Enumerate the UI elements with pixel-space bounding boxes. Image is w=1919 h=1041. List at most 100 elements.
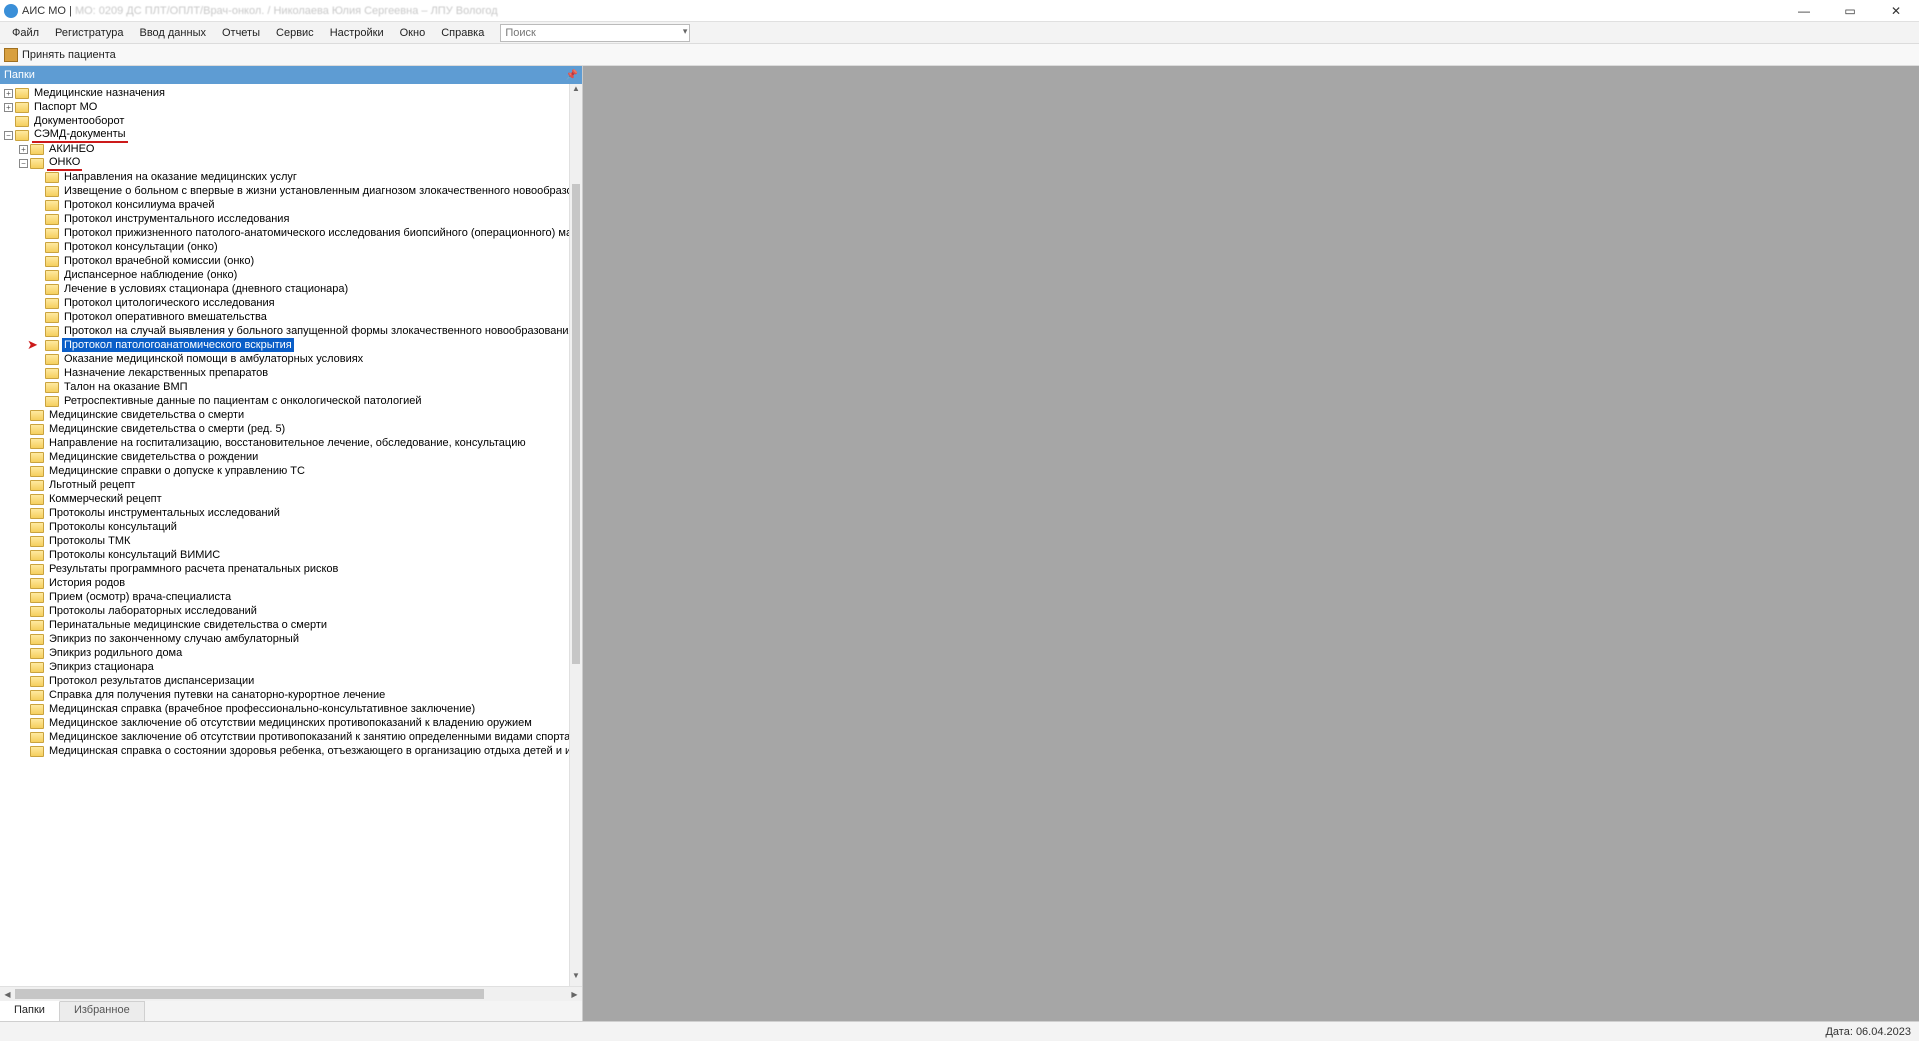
tree-row[interactable]: Прием (осмотр) врача-специалиста [0,590,569,604]
tree-row[interactable]: Коммерческий рецепт [0,492,569,506]
tree-item-label[interactable]: Извещение о больном с впервые в жизни ус… [62,184,569,198]
tree-row[interactable]: + Медицинские назначения [0,86,569,100]
tree-row[interactable]: Льготный рецепт [0,478,569,492]
tree-item-label[interactable]: Медицинские свидетельства о смерти [47,408,246,422]
tree-item-label[interactable]: Эпикриз стационара [47,660,156,674]
tree-row[interactable]: Протокол патологоанатомического вскрытия [0,338,569,352]
tree-row[interactable]: Медицинское заключение об отсутствии мед… [0,716,569,730]
tree-item-label[interactable]: Паспорт МО [32,100,99,114]
tree-item-label[interactable]: Эпикриз по законченному случаю амбулатор… [47,632,301,646]
tree-row[interactable]: Результаты программного расчета пренатал… [0,562,569,576]
menu-service[interactable]: Сервис [268,25,322,41]
tree-row[interactable]: Протокол цитологического исследования [0,296,569,310]
tree-item-label[interactable]: Медицинские свидетельства о смерти (ред.… [47,422,287,436]
tree-row[interactable]: Протокол оперативного вмешательства [0,310,569,324]
tree-item-label[interactable]: ОНКО [47,155,82,171]
tree-row[interactable]: Медицинское заключение об отсутствии про… [0,730,569,744]
tree-row[interactable]: Справка для получения путевки на санатор… [0,688,569,702]
tree-item-label[interactable]: Документооборот [32,114,126,128]
accept-patient-icon[interactable] [4,48,18,62]
horizontal-scrollbar[interactable]: ◀ ▶ [0,986,582,1001]
menu-reports[interactable]: Отчеты [214,25,268,41]
vertical-scrollbar[interactable]: ▲ ▼ [569,84,582,986]
tree-item-label[interactable]: Протокол результатов диспансеризации [47,674,256,688]
menu-help[interactable]: Справка [433,25,492,41]
tree-row[interactable]: Протокол врачебной комиссии (онко) [0,254,569,268]
tree-item-label[interactable]: Диспансерное наблюдение (онко) [62,268,239,282]
tree-row[interactable]: Медицинские свидетельства о рождении [0,450,569,464]
tree-item-label[interactable]: Коммерческий рецепт [47,492,164,506]
tree-row[interactable]: Протокол результатов диспансеризации [0,674,569,688]
tree-row[interactable]: Протоколы консультаций ВИМИС [0,548,569,562]
tree-item-label[interactable]: Протокол врачебной комиссии (онко) [62,254,256,268]
tree-item-label[interactable]: Протоколы лабораторных исследований [47,604,259,618]
tree-row[interactable]: Эпикриз по законченному случаю амбулатор… [0,632,569,646]
tree-row[interactable]: Талон на оказание ВМП [0,380,569,394]
tree-row[interactable]: − СЭМД-документы [0,128,569,142]
tree-row[interactable]: Направление на госпитализацию, восстанов… [0,436,569,450]
minimize-button[interactable]: — [1781,0,1827,22]
expand-icon[interactable]: + [4,89,13,98]
tree-item-label[interactable]: Эпикриз родильного дома [47,646,184,660]
tree-item-label[interactable]: Медицинская справка (врачебное профессио… [47,702,477,716]
tree-row[interactable]: Перинатальные медицинские свидетельства … [0,618,569,632]
tree-item-label[interactable]: Протокол цитологического исследования [62,296,277,310]
tree-row[interactable]: Извещение о больном с впервые в жизни ус… [0,184,569,198]
tree-row[interactable]: Медицинские свидетельства о смерти [0,408,569,422]
tree-row[interactable]: Эпикриз стационара [0,660,569,674]
tree-row[interactable]: Протокол консультации (онко) [0,240,569,254]
tree-item-label[interactable]: Протоколы инструментальных исследований [47,506,282,520]
tree-row[interactable]: Медицинская справка (врачебное профессио… [0,702,569,716]
collapse-icon[interactable]: − [4,131,13,140]
tree-item-label[interactable]: Протокол оперативного вмешательства [62,310,269,324]
tree-item-label[interactable]: Медицинские назначения [32,86,167,100]
tree-row[interactable]: Протокол инструментального исследования [0,212,569,226]
tree-row[interactable]: Направления на оказание медицинских услу… [0,170,569,184]
tree-item-label[interactable]: Протоколы консультаций ВИМИС [47,548,222,562]
tab-folders[interactable]: Папки [0,1001,60,1021]
tree-item-label[interactable]: Протоколы ТМК [47,534,132,548]
tree-row[interactable]: Оказание медицинской помощи в амбулаторн… [0,352,569,366]
menu-settings[interactable]: Настройки [322,25,392,41]
tree-item-label[interactable]: Оказание медицинской помощи в амбулаторн… [62,352,365,366]
tree-row[interactable]: Медицинская справка о состоянии здоровья… [0,744,569,758]
tree-row[interactable]: Медицинские свидетельства о смерти (ред.… [0,422,569,436]
tree-row[interactable]: Протоколы инструментальных исследований [0,506,569,520]
tree-item-label[interactable]: Льготный рецепт [47,478,137,492]
folder-tree[interactable]: + Медицинские назначения + Паспорт МОДокуме… [0,84,569,986]
tree-row[interactable]: Протокол прижизненного патолого-анатомич… [0,226,569,240]
tree-row[interactable]: Эпикриз родильного дома [0,646,569,660]
scroll-left-icon[interactable]: ◀ [0,990,15,999]
tree-row[interactable]: −ОНКО [0,156,569,170]
tree-item-label[interactable]: Медицинская справка о состоянии здоровья… [47,744,569,758]
tree-item-label[interactable]: Справка для получения путевки на санатор… [47,688,387,702]
menu-registry[interactable]: Регистратура [47,25,131,41]
tree-row[interactable]: Протокол консилиума врачей [0,198,569,212]
tree-item-label[interactable]: Медицинские справки о допуске к управлен… [47,464,307,478]
tree-row[interactable]: Протокол на случай выявления у больного … [0,324,569,338]
tree-item-label[interactable]: Назначение лекарственных препаратов [62,366,270,380]
tree-row[interactable]: Протоколы лабораторных исследований [0,604,569,618]
tree-item-label[interactable]: История родов [47,576,127,590]
tree-item-label[interactable]: Прием (осмотр) врача-специалиста [47,590,233,604]
tree-row[interactable]: Документооборот [0,114,569,128]
tree-item-label[interactable]: Протокол инструментального исследования [62,212,291,226]
search-box[interactable]: ▾ [500,24,690,42]
tree-row[interactable]: Диспансерное наблюдение (онко) [0,268,569,282]
expand-icon[interactable]: + [4,103,13,112]
tree-item-label[interactable]: Протокол консультации (онко) [62,240,220,254]
scroll-up-icon[interactable]: ▲ [570,84,582,99]
chevron-down-icon[interactable]: ▾ [683,26,688,37]
tree-item-label[interactable]: АКИНЕО [47,142,97,156]
scroll-down-icon[interactable]: ▼ [570,971,582,986]
scroll-right-icon[interactable]: ▶ [567,990,582,999]
tree-item-label[interactable]: СЭМД-документы [32,127,128,143]
search-input[interactable] [501,27,689,39]
tree-row[interactable]: Назначение лекарственных препаратов [0,366,569,380]
menu-window[interactable]: Окно [392,25,434,41]
tree-item-label[interactable]: Протокол патологоанатомического вскрытия [62,338,294,352]
menu-file[interactable]: Файл [4,25,47,41]
tree-item-label[interactable]: Протоколы консультаций [47,520,179,534]
tree-row[interactable]: Медицинские справки о допуске к управлен… [0,464,569,478]
close-button[interactable]: ✕ [1873,0,1919,22]
